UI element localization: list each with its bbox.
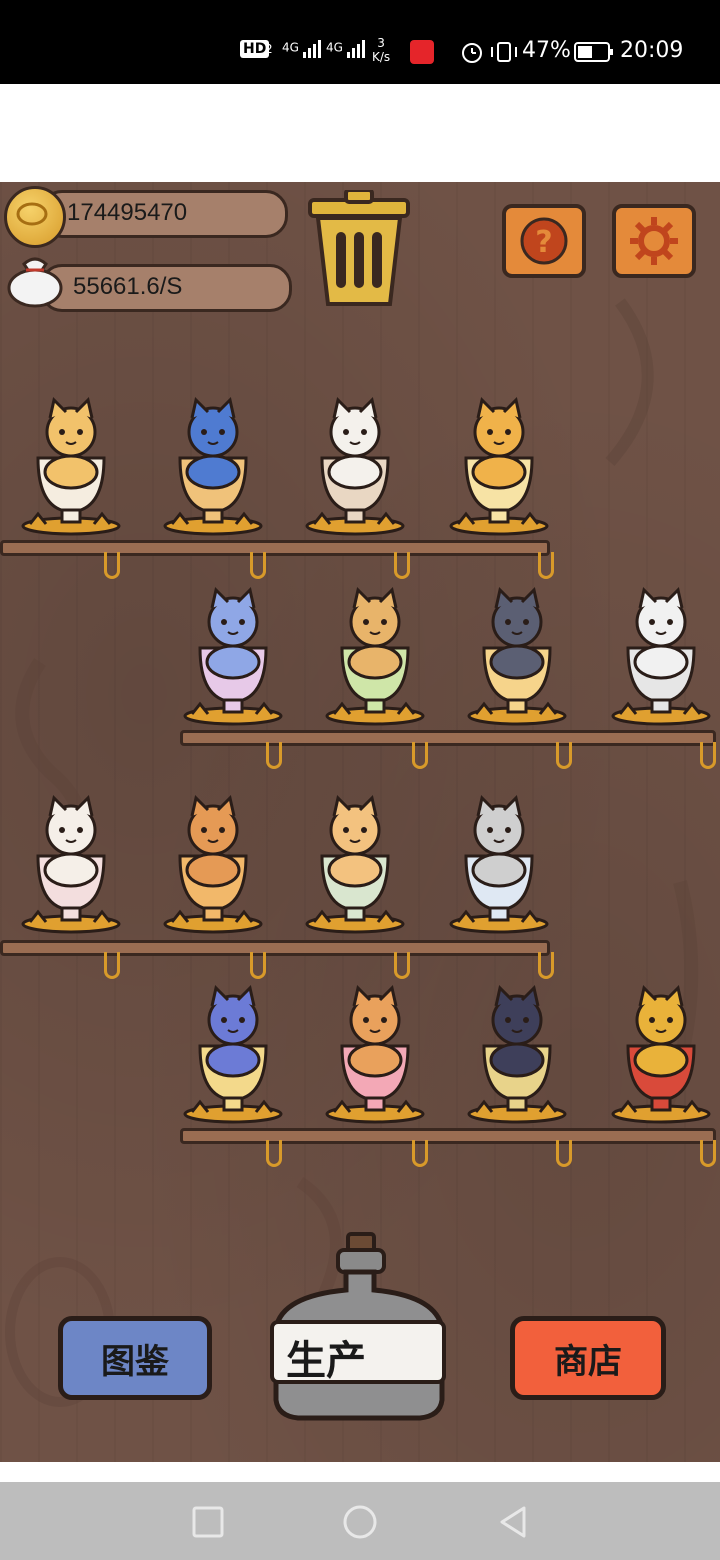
battery-icon <box>574 40 616 68</box>
cat-slot-twin-cats-beer-mug[interactable] <box>462 578 572 726</box>
battery-percent: 47% <box>522 38 571 63</box>
cat-in-cup-icon <box>183 587 283 726</box>
clock: 20:09 <box>620 38 684 63</box>
income-bar: 55661.6/S <box>40 264 292 312</box>
cat-in-cup-icon <box>163 397 263 536</box>
shop-button-label: 商店 <box>554 1341 622 1382</box>
net-speed: 3 K/s <box>372 36 390 64</box>
bottle-icon <box>270 1232 446 1421</box>
cat-in-cup-icon <box>163 795 263 934</box>
gear-icon <box>630 217 678 265</box>
net-speed-value: 3 <box>377 36 385 50</box>
trash-icon <box>308 188 410 306</box>
cat-slot-sparkle-cat-goblet[interactable] <box>178 578 288 726</box>
help-symbol: ? <box>535 225 552 260</box>
signal-label-2: 4G <box>326 40 343 55</box>
cat-slot-apple-hat-cat-mug[interactable] <box>158 388 268 536</box>
cat-in-cup-icon <box>467 985 567 1124</box>
shelf-row-1 <box>0 540 550 556</box>
shelf-hook <box>700 1140 716 1167</box>
shelf-hook <box>412 742 428 769</box>
shelf-row-2 <box>180 730 716 746</box>
cat-in-cup-icon <box>325 587 425 726</box>
coins-bar: 174495470 <box>40 190 288 238</box>
shelf-hook <box>250 552 266 579</box>
cat-in-cup-icon <box>611 985 711 1124</box>
shop-button[interactable]: 商店 <box>510 1316 666 1400</box>
cat-in-cup-icon <box>21 397 121 536</box>
shelf-hook <box>266 742 282 769</box>
cat-in-cup-icon <box>611 587 711 726</box>
shelf-row-4 <box>180 1128 716 1144</box>
cat-in-cup-icon <box>449 795 549 934</box>
income-rate-value: 55661.6/S <box>73 273 183 300</box>
shelf-hook <box>104 552 120 579</box>
money-bag-icon <box>6 250 64 308</box>
help-button[interactable]: ? <box>502 204 586 278</box>
shelf-hook <box>394 552 410 579</box>
collection-button[interactable]: 图鉴 <box>58 1316 212 1400</box>
shelf-hook <box>250 952 266 979</box>
shelf-hook <box>556 742 572 769</box>
vibrate-icon <box>488 40 520 68</box>
shelf-row-3 <box>0 940 550 956</box>
signal-icon-2: 4G <box>326 38 369 58</box>
coins-value: 174495470 <box>67 199 188 226</box>
shelf-hook <box>538 552 554 579</box>
produce-button-label: 生产 <box>286 1338 366 1384</box>
shelf-hook <box>556 1140 572 1167</box>
back-button[interactable] <box>494 1502 534 1542</box>
shelf-hook <box>104 952 120 979</box>
cat-slot-red-jacket-cat-bowl[interactable] <box>300 388 410 536</box>
status-bar: HD 2 4G 4G 3 K/s 47% 20:09 <box>0 0 720 84</box>
system-navigation-bar <box>0 1482 720 1560</box>
shelf-hook <box>700 742 716 769</box>
blank-area <box>0 84 720 182</box>
home-button[interactable] <box>340 1502 380 1542</box>
shelf-hook <box>538 952 554 979</box>
cat-slot-crown-cat-teacup[interactable] <box>16 388 126 536</box>
produce-button[interactable]: 生产 <box>268 1232 450 1422</box>
sim-indicator: 2 <box>265 42 273 56</box>
collection-button-label: 图鉴 <box>101 1341 169 1382</box>
cat-slot-red-hat-cat-goblet[interactable] <box>158 786 268 934</box>
cat-slot-black-cat-grape-glass[interactable] <box>462 976 572 1124</box>
shelf-hook <box>394 952 410 979</box>
cat-slot-guitar-cat-sundae[interactable] <box>16 786 126 934</box>
coin-icon <box>4 186 66 248</box>
cat-in-cup-icon <box>449 397 549 536</box>
signal-icon-1: 4G <box>282 38 325 58</box>
cat-in-cup-icon <box>305 397 405 536</box>
question-icon: ? <box>520 217 568 265</box>
cat-slot-knight-cat-vase[interactable] <box>606 976 716 1124</box>
settings-button[interactable] <box>612 204 696 278</box>
alarm-icon <box>460 40 484 68</box>
cat-in-cup-icon <box>467 587 567 726</box>
shelf-hook <box>412 1140 428 1167</box>
net-speed-unit: K/s <box>372 50 391 64</box>
cat-slot-plaid-cap-cat-glass[interactable] <box>444 786 554 934</box>
cat-slot-sunflower-cat-parfait[interactable] <box>320 578 430 726</box>
cat-in-cup-icon <box>305 795 405 934</box>
trash-can-button[interactable] <box>306 188 412 308</box>
cat-slot-lion-mane-cat-glass[interactable] <box>320 976 430 1124</box>
cat-slot-sunglasses-cat-glass[interactable] <box>444 388 554 536</box>
signal-label-1: 4G <box>282 40 299 55</box>
cat-slot-witch-hat-cat-beer[interactable] <box>178 976 288 1124</box>
cat-in-cup-icon <box>21 795 121 934</box>
app-notification-icon <box>410 40 434 64</box>
cat-in-cup-icon <box>183 985 283 1124</box>
cat-in-cup-icon <box>325 985 425 1124</box>
shelf-hook <box>266 1140 282 1167</box>
recent-apps-button[interactable] <box>188 1502 228 1542</box>
cat-slot-scholar-cat-teacup[interactable] <box>300 786 410 934</box>
cat-slot-royal-cat-bowl[interactable] <box>606 578 716 726</box>
